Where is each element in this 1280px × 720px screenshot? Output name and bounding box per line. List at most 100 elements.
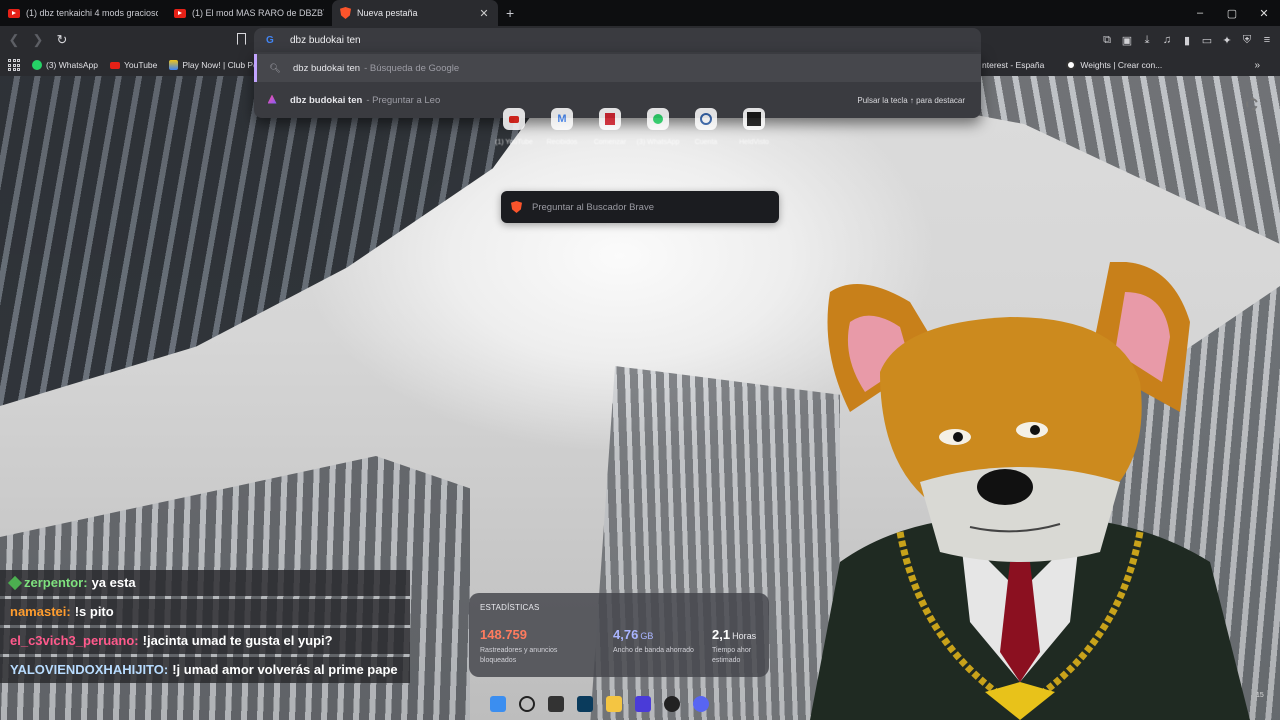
chat-message: YALOVIENDOXHAHIJITO: !j umad amor volverá… [0,657,410,683]
address-bar[interactable]: G [254,28,981,52]
account-icon [695,108,717,130]
bookmark-club-penguin[interactable]: Play Now! | Club Pe [169,60,258,70]
search-icon: 🔍︎ [269,62,281,73]
background-building [0,76,560,406]
sidebar-icon[interactable]: ▮ [1180,33,1194,47]
file-explorer-icon[interactable] [606,696,622,712]
bookmark-label: nterest - España [982,60,1045,70]
tab-active[interactable]: Nueva pestaña ✕ [332,0,498,26]
youtube-icon [503,108,525,130]
window-controls: – ▢ ✕ [1184,0,1280,26]
app-v-icon[interactable] [635,696,651,712]
top-site-tile[interactable]: Cuenta [692,108,720,146]
bookmark-label: Play Now! | Club Pe [182,60,258,70]
download-icon[interactable]: ⤓ [1140,33,1154,47]
reload-button[interactable]: ↻ [52,30,72,50]
streamer-avatar [810,262,1250,720]
windows-start-icon[interactable] [490,696,506,712]
leo-icon [267,94,277,104]
new-tab-button[interactable]: + [506,5,514,21]
leo-icon[interactable]: ✦ [1220,33,1234,47]
stream-chat: zerpentor: ya esta namastei: !s pito el_c3… [0,570,410,686]
bookmark-weights[interactable]: Weights | Crear con... [1066,60,1162,70]
chat-message: el_c3vich3_peruano: !jacinta umad te gust… [0,628,410,654]
chat-text: !jacinta umad te gusta el yupi? [142,633,333,648]
top-site-label: (3) WhatsApp [636,139,680,146]
tab-title: (1) dbz tenkaichi 4 mods graciosos - [26,8,158,18]
gear-icon[interactable] [1246,98,1258,110]
avatar-nose [977,469,1033,505]
chat-text: ya esta [91,575,136,590]
chat-message: zerpentor: ya esta [0,570,410,596]
suggestion-shortcut-hint: Pulsar la tecla ↑ para destacar [857,95,965,105]
bookmark-red-icon [599,108,621,130]
time-unit: Horas [732,631,757,641]
more-bookmarks-icon[interactable]: » [1254,54,1260,76]
record-icon[interactable] [664,696,680,712]
tab-title: Nueva pestaña [357,8,418,18]
suggestion-hint: - Preguntar a Leo [366,94,441,106]
photoshop-icon[interactable] [577,696,593,712]
weights-icon [1066,60,1077,70]
tab[interactable]: (1) dbz tenkaichi 4 mods graciosos - [0,0,166,26]
screenshot-icon[interactable]: ▣ [1120,33,1134,47]
site-icon [743,108,765,130]
app-icon[interactable] [548,696,564,712]
extensions-icon[interactable]: ⧉ [1100,33,1114,47]
suggestion-google[interactable]: 🔍︎ dbz budokai ten - Búsqueda de Google [254,54,981,82]
maximize-button[interactable]: ▢ [1216,0,1248,26]
top-site-label: HeldVisto [739,139,769,146]
youtube-icon [109,61,120,69]
toolbar-actions: ⧉ ▣ ⤓ ♫ ▮ ▭ ✦ ⛨ ≡ [1100,26,1274,54]
chat-message: namastei: !s pito [0,599,410,625]
tab[interactable]: (1) El mod MAS RARO de DBZBT3 - Y [166,0,332,26]
discord-icon[interactable] [693,696,709,712]
search-icon[interactable] [519,696,535,712]
top-site-tile[interactable]: Comenzar [593,108,627,146]
chat-username: YALOVIENDOXHAHIJITO: [10,662,169,677]
time-stat: 2,1 Horas Tiempo ahor estimado [712,626,758,666]
time-value: 2,1 [712,627,731,642]
tab-strip: (1) dbz tenkaichi 4 mods graciosos - (1)… [0,0,1280,26]
forward-button[interactable]: ❯ [28,30,48,50]
stats-heading: ESTADÍSTICAS [480,603,540,612]
bookmark-pinterest[interactable]: nterest - España [982,60,1044,70]
bookmark-label: Weights | Crear con... [1080,60,1163,70]
club-penguin-icon [169,60,179,70]
brave-icon [340,7,351,19]
top-site-tile[interactable]: HeldVisto [739,108,769,146]
minimize-button[interactable]: – [1184,0,1216,26]
youtube-icon [8,8,20,18]
search-placeholder: Preguntar al Buscador Brave [532,201,654,213]
google-icon: G [266,34,274,46]
close-window-button[interactable]: ✕ [1248,0,1280,26]
top-site-label: Comenzar [593,139,627,146]
bookmark-whatsapp[interactable]: (3) WhatsApp [32,60,98,70]
trackers-value: 148.759 [480,627,527,642]
suggestion-query: dbz budokai ten [293,62,361,74]
top-site-label: Recibidos [546,139,578,146]
wallet-icon[interactable]: ▭ [1200,33,1214,47]
brave-search-box[interactable]: Preguntar al Buscador Brave [501,191,779,223]
bandwidth-desc: Ancho de banda ahorrado [613,647,694,654]
top-site-label: (1) YouTube [495,139,533,146]
menu-icon[interactable]: ≡ [1260,33,1274,47]
clock: 15 [1256,692,1264,699]
tab-title: (1) El mod MAS RARO de DBZBT3 - Y [192,8,324,18]
top-site-tile[interactable]: (3) WhatsApp [637,108,679,146]
top-site-tile[interactable]: M Recibidos [546,108,578,146]
brave-icon [511,201,522,213]
stats-widget: ESTADÍSTICAS 148.759 Rastreadores y anun… [469,593,769,677]
vpn-shield-icon[interactable]: ⛨ [1240,33,1254,47]
bookmark-label: YouTube [123,60,158,70]
apps-grid-icon[interactable] [8,59,20,71]
top-site-label: Cuenta [694,139,718,146]
address-input[interactable] [290,34,590,46]
bandwidth-value: 4,76 [613,627,639,642]
media-icon[interactable]: ♫ [1160,33,1174,47]
top-site-tile[interactable]: (1) YouTube [495,108,533,146]
close-tab-icon[interactable]: ✕ [478,7,490,20]
back-button[interactable]: ❮ [4,30,24,50]
bookmark-label: (3) WhatsApp [46,60,98,70]
bookmark-youtube[interactable]: YouTube [109,60,158,70]
